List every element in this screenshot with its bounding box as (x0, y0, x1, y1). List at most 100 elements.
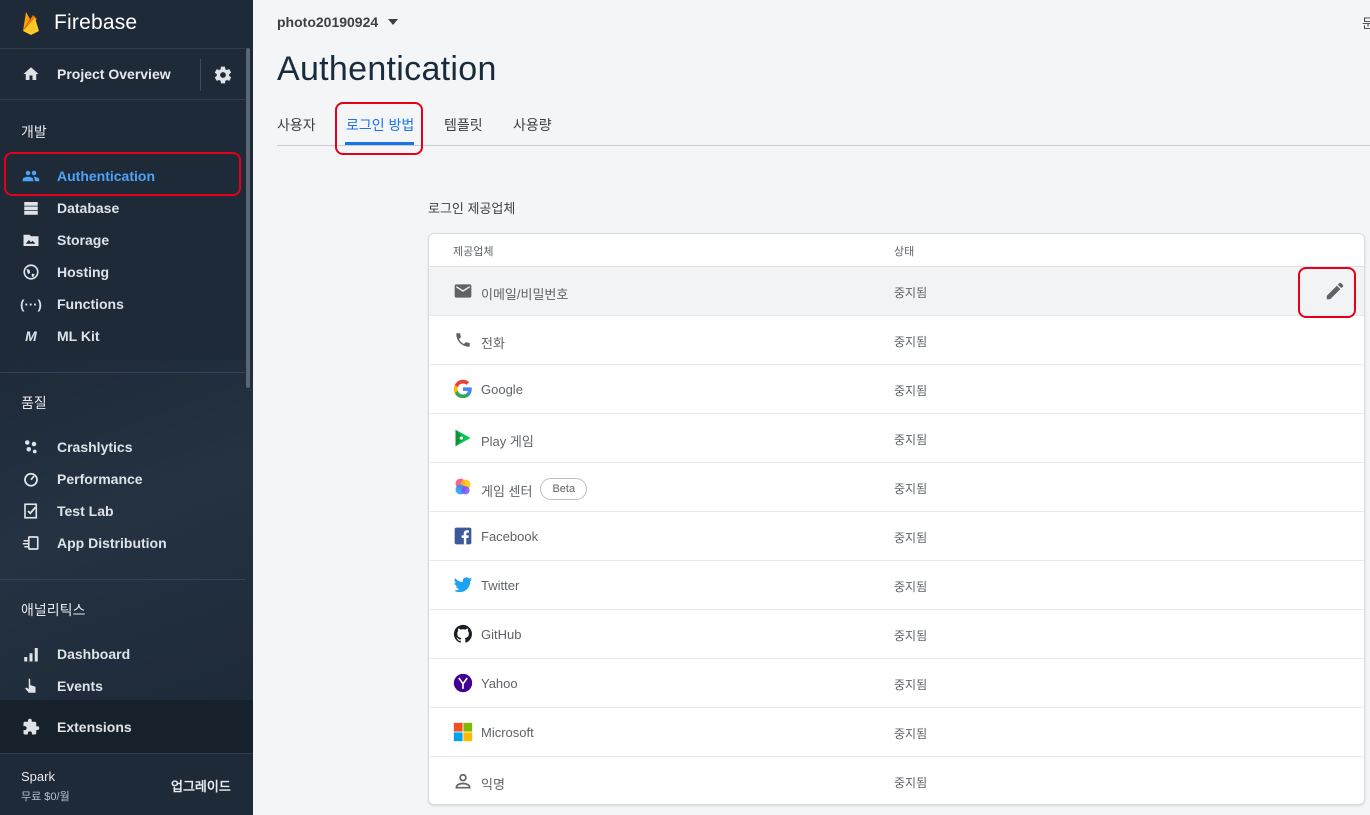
sidebar-item-label: Extensions (57, 718, 132, 735)
highlight-outline-tab (335, 102, 423, 155)
column-header-status: 상태 (894, 246, 915, 258)
provider-name: 이메일/비밀번호 (481, 287, 569, 302)
provider-row-anonymous[interactable]: 익명 중지됨 (429, 757, 1364, 804)
email-icon (453, 281, 473, 301)
provider-name: Yahoo (481, 676, 518, 691)
section-develop: 개발 (21, 124, 47, 140)
functions-icon: (···) (20, 296, 42, 312)
puzzle-icon (23, 718, 40, 734)
sidebar-item-app-distribution[interactable]: App Distribution (0, 527, 245, 559)
tab-users[interactable]: 사용자 (277, 115, 316, 135)
test-lab-icon (22, 502, 40, 520)
sidebar-item-label: Functions (57, 296, 124, 312)
project-overview-link[interactable]: Project Overview (57, 66, 171, 82)
provider-status: 중지됨 (894, 335, 928, 349)
provider-status: 중지됨 (894, 727, 928, 741)
sidebar-item-crashlytics[interactable]: Crashlytics (0, 431, 245, 463)
sidebar-item-dashboard[interactable]: Dashboard (0, 638, 245, 670)
provider-name: GitHub (481, 627, 522, 642)
project-selector[interactable]: photo20190924 (277, 14, 399, 30)
table-header: 제공업체 상태 (429, 234, 1364, 267)
facebook-icon (453, 526, 473, 546)
sidebar-item-database[interactable]: Database (0, 192, 245, 224)
sidebar-item-storage[interactable]: Storage (0, 224, 245, 256)
phone-icon (453, 330, 473, 350)
provider-name: 익명 (481, 777, 505, 792)
app-distribution-icon (22, 534, 40, 552)
section-analytics: 애널리틱스 (21, 602, 86, 618)
mlkit-icon: M (25, 328, 37, 344)
home-icon (23, 67, 39, 80)
sidebar-item-label: Crashlytics (57, 439, 133, 455)
page-title: Authentication (277, 50, 497, 88)
provider-status: 중지됨 (894, 433, 928, 447)
sidebar-item-label: Dashboard (57, 646, 131, 662)
sidebar-item-label: Events (57, 678, 103, 694)
provider-name: Microsoft (481, 725, 534, 740)
tab-bar: 사용자 로그인 방법 템플릿 사용량 (277, 105, 1370, 146)
provider-name-text: 게임 센터 (481, 483, 533, 499)
firebase-logo-icon (23, 12, 39, 35)
crashlytics-icon (22, 438, 40, 456)
microsoft-icon (453, 722, 473, 742)
provider-status: 중지됨 (894, 531, 928, 545)
provider-status: 중지됨 (894, 629, 928, 643)
providers-section-title: 로그인 제공업체 (428, 201, 516, 216)
storage-icon (22, 231, 40, 249)
provider-status: 중지됨 (894, 678, 928, 692)
provider-row-facebook[interactable]: Facebook 중지됨 (429, 512, 1364, 561)
brand-header[interactable]: Firebase (0, 0, 253, 46)
play-games-icon (453, 428, 473, 448)
provider-row-email[interactable]: 이메일/비밀번호 중지됨 (429, 267, 1364, 316)
provider-name: 전화 (481, 336, 505, 351)
gear-icon[interactable] (213, 65, 233, 85)
provider-row-phone[interactable]: 전화 중지됨 (429, 316, 1364, 365)
provider-row-game-center[interactable]: 게임 센터 Beta 중지됨 (429, 463, 1364, 512)
provider-status: 중지됨 (894, 580, 928, 594)
performance-icon (22, 470, 40, 488)
sidebar-item-events[interactable]: Events (0, 670, 245, 702)
sidebar-item-label: Test Lab (57, 503, 114, 519)
provider-row-google[interactable]: Google 중지됨 (429, 365, 1364, 414)
sidebar-item-ml-kit[interactable]: M ML Kit (0, 320, 245, 352)
provider-row-yahoo[interactable]: Yahoo 중지됨 (429, 659, 1364, 708)
sidebar-scrollbar[interactable] (246, 48, 250, 388)
sidebar-item-label: Database (57, 200, 120, 216)
sidebar-item-label: App Distribution (57, 535, 167, 551)
github-icon (453, 624, 473, 644)
sidebar-item-label: Performance (57, 471, 143, 487)
yahoo-icon (453, 673, 473, 693)
sidebar-item-performance[interactable]: Performance (0, 463, 245, 495)
sidebar-item-label: Storage (57, 232, 110, 248)
anonymous-icon (453, 771, 473, 791)
provider-row-play-games[interactable]: Play 게임 중지됨 (429, 414, 1364, 463)
section-quality: 품질 (21, 395, 47, 411)
brand-name: Firebase (54, 11, 138, 34)
provider-row-github[interactable]: GitHub 중지됨 (429, 610, 1364, 659)
tab-usage[interactable]: 사용량 (513, 115, 552, 135)
docs-link[interactable]: 문 (1362, 13, 1370, 32)
bar-chart-icon (22, 645, 40, 663)
touch-icon (22, 677, 40, 695)
provider-name: Play 게임 (481, 434, 534, 449)
highlight-outline-authentication (4, 152, 241, 196)
provider-name: Twitter (481, 578, 520, 593)
sidebar-item-functions[interactable]: (···) Functions (0, 288, 245, 320)
google-icon (453, 379, 473, 399)
sidebar-item-test-lab[interactable]: Test Lab (0, 495, 245, 527)
providers-table: 제공업체 상태 이메일/비밀번호 중지됨 전화 중지됨 Google 중지됨 P… (428, 233, 1365, 805)
provider-name: Facebook (481, 529, 539, 544)
globe-icon (22, 263, 40, 281)
provider-row-microsoft[interactable]: Microsoft 중지됨 (429, 708, 1364, 757)
sidebar-item-hosting[interactable]: Hosting (0, 256, 245, 288)
sidebar-item-label: Hosting (57, 264, 110, 280)
sidebar-item-label: ML Kit (57, 328, 100, 344)
provider-status: 중지됨 (894, 286, 928, 300)
highlight-outline-edit (1298, 267, 1356, 318)
provider-row-twitter[interactable]: Twitter 중지됨 (429, 561, 1364, 610)
database-icon (22, 199, 40, 217)
upgrade-button[interactable]: 업그레이드 (171, 776, 231, 795)
plan-price: 무료 $0/월 (21, 791, 70, 803)
sidebar-item-extensions[interactable]: Extensions (0, 700, 253, 754)
tab-templates[interactable]: 템플릿 (444, 115, 483, 135)
